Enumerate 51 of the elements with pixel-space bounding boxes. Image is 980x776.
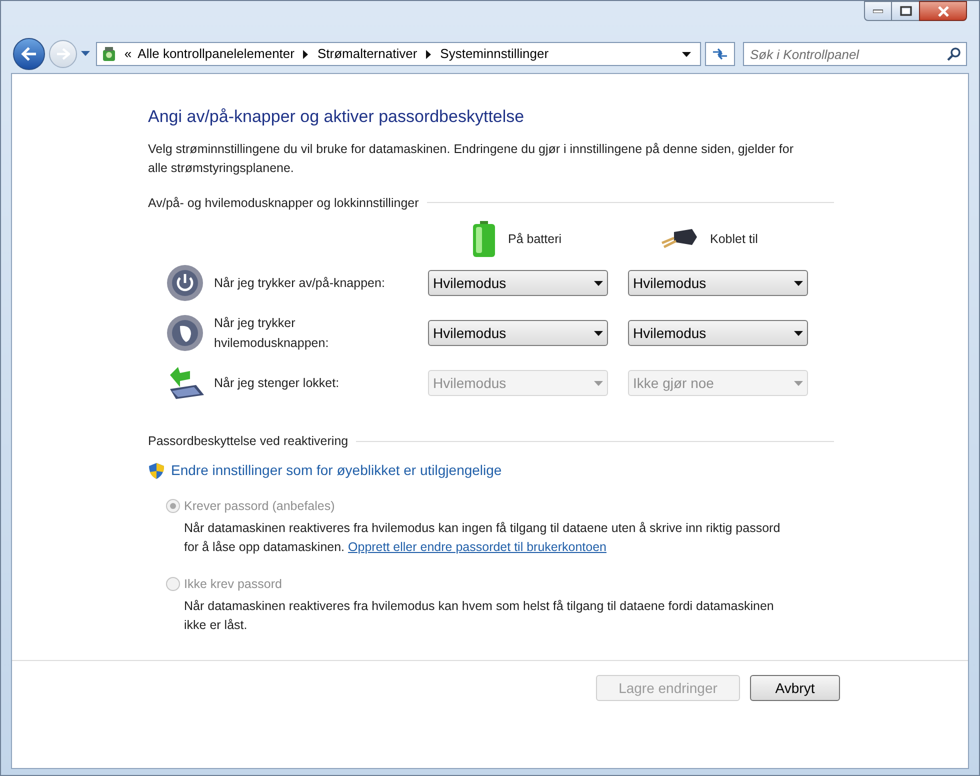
breadcrumb-overflow[interactable]: « (124, 44, 132, 64)
minimize-icon (873, 9, 883, 13)
caret-icon (794, 330, 803, 336)
shield-icon (148, 462, 165, 480)
caret-icon (594, 380, 603, 386)
battery-icon (472, 221, 496, 258)
dropdown[interactable]: Hvilemodus (428, 320, 608, 346)
dropdown[interactable]: Hvilemodus (628, 320, 808, 346)
section-title: Passordbeskyttelse ved reaktivering (148, 433, 348, 450)
dialog-button[interactable]: Avbryt (750, 675, 840, 701)
close-button[interactable] (919, 1, 967, 21)
radio-label: Krever passord (anbefales) (184, 498, 335, 515)
column-header: Koblet til (710, 230, 758, 248)
forward-arrow-icon (56, 48, 70, 60)
option-description: Når datamaskinen reaktiveres fra hvilemodus kan ingen få tilgang til dataene uten å skrive inn riktig passord for å låse opp datamaskinen. Opprett eller endre passordet til brukerkontoen (184, 520, 782, 556)
dropdown[interactable]: Hvilemodus (428, 270, 608, 296)
breadcrumb-item[interactable]: Strømalternativer (317, 44, 418, 64)
breadcrumb-arrow-icon[interactable] (303, 50, 308, 58)
back-button[interactable] (13, 38, 45, 70)
sleep-button-icon (166, 314, 204, 352)
page-heading: Angi av/på-knapper og aktiver passordbeskyttelse (148, 106, 526, 128)
setting-label: Når jeg stenger lokket: (214, 375, 340, 392)
section-title: Av/på- og hvilemodusknapper og lokkinnstillinger (148, 194, 419, 212)
option-description: Når datamaskinen reaktiveres fra hvilemodus kan hvem som helst få tilgang til dataene fordi datamaskinen ikke er låst. (184, 598, 775, 634)
setting-label: Når jeg trykker av/på-knappen: (214, 275, 386, 292)
setting-label: Når jeg trykker hvilemodusknappen: (214, 315, 330, 352)
caret-icon (794, 380, 803, 386)
caret-icon (794, 280, 803, 286)
admin-settings-link[interactable]: Endre innstillinger som for øyeblikket er utilgjengelige (171, 460, 502, 481)
maximize-icon (900, 6, 912, 16)
column-header: På batteri (508, 230, 562, 248)
maximize-button[interactable] (892, 1, 919, 21)
power-button-icon (166, 264, 204, 302)
search-field[interactable]: Søk i Kontrollpanel (742, 42, 967, 66)
dropdown[interactable]: Hvilemodus (628, 270, 808, 296)
breadcrumb-item[interactable]: Systeminnstillinger (440, 44, 549, 64)
caret-icon (594, 330, 603, 336)
radio-label: Ikke krev passord (184, 576, 282, 593)
caret-icon (594, 280, 603, 286)
breadcrumb-item[interactable]: Alle kontrollpanelelementer (138, 44, 294, 64)
minimize-button[interactable] (864, 1, 892, 21)
plug-icon (660, 228, 698, 250)
refresh-button[interactable] (705, 42, 735, 66)
breadcrumb-arrow-icon[interactable] (426, 50, 432, 58)
caret-icon (80, 51, 90, 57)
address-bar[interactable]: « Alle kontrollpanelelementer Strømalternativer Systeminnstillinger (96, 42, 702, 66)
close-icon (936, 6, 950, 16)
search-icon (947, 47, 961, 61)
refresh-icon (712, 48, 728, 60)
page-description: Velg strøminnstillingene du vil bruke for datamaskinen. Endringene du gjør i innstillingene på denne siden, gjelder for alle strømstyringsplanene. (148, 140, 795, 177)
back-arrow-icon (20, 47, 37, 61)
